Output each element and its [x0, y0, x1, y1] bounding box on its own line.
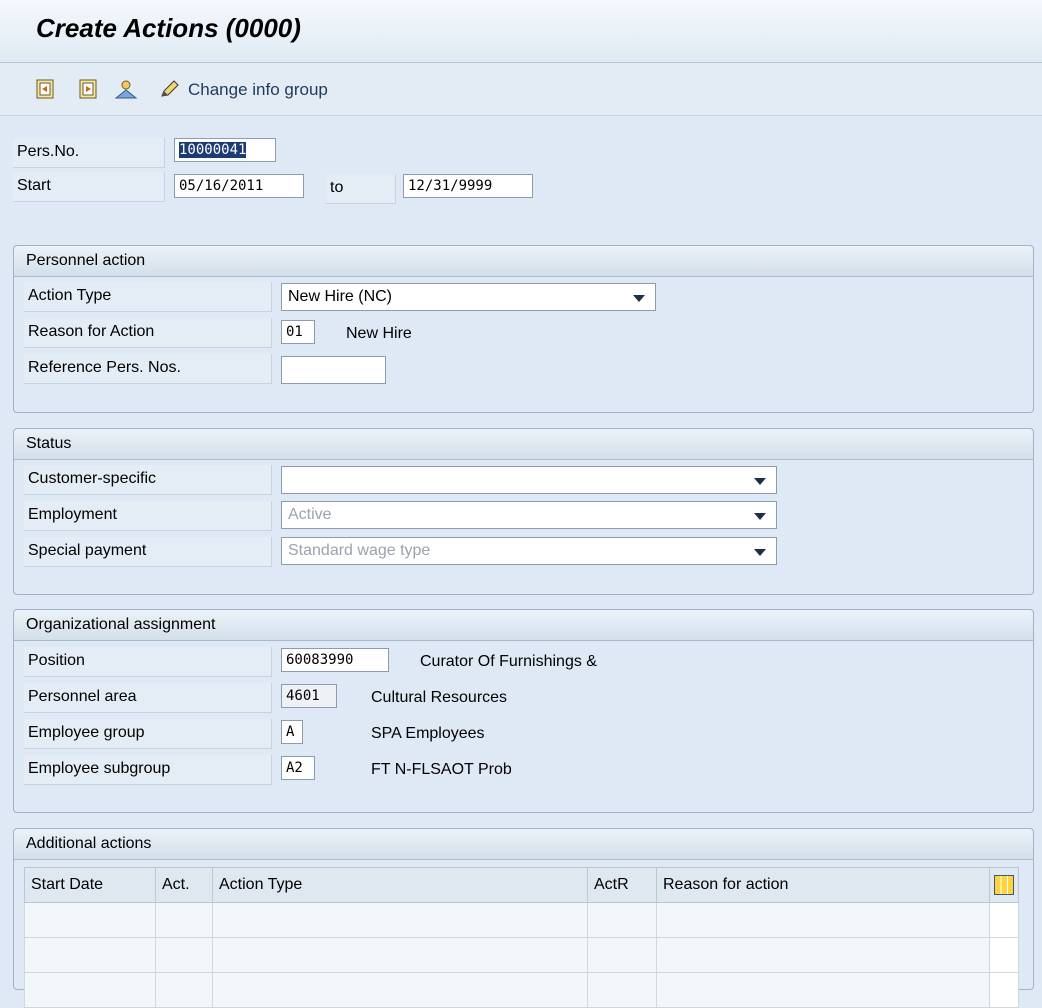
group-title: Organizational assignment	[14, 610, 1033, 641]
employee-subgroup-code-field[interactable]: A2	[281, 756, 315, 780]
next-record-icon[interactable]	[79, 79, 97, 99]
action-type-dropdown[interactable]: New Hire (NC)	[281, 283, 656, 311]
customer-specific-dropdown[interactable]	[281, 466, 777, 494]
to-label: to	[326, 174, 396, 204]
column-header[interactable]: Reason for action	[656, 867, 990, 903]
table-row[interactable]	[24, 937, 1019, 973]
ref-pers-field[interactable]	[281, 356, 386, 384]
start-label: Start	[13, 172, 165, 202]
special-payment-label: Special payment	[24, 537, 272, 567]
customer-specific-label: Customer-specific	[24, 465, 272, 495]
employment-label: Employment	[24, 501, 272, 531]
group-title: Status	[14, 429, 1033, 460]
chevron-down-icon	[633, 295, 645, 302]
group-title: Additional actions	[14, 829, 1033, 860]
pers-no-label: Pers.No.	[13, 138, 165, 168]
change-info-group-button[interactable]: Change info group	[188, 80, 328, 100]
ref-pers-label: Reference Pers. Nos.	[24, 354, 272, 384]
pencil-icon[interactable]	[158, 79, 180, 99]
pers-no-field[interactable]: 10000041	[174, 138, 276, 162]
additional-actions-table: Start Date Act. Action Type ActR Reason …	[24, 867, 1019, 1008]
column-settings-button[interactable]	[989, 867, 1019, 903]
end-date-field[interactable]: 12/31/9999	[403, 174, 533, 198]
personnel-area-code-field[interactable]: 4601	[281, 684, 337, 708]
action-type-label: Action Type	[24, 282, 272, 312]
chevron-down-icon	[754, 513, 766, 520]
reason-label: Reason for Action	[24, 318, 272, 348]
chevron-down-icon	[754, 549, 766, 556]
position-text: Curator Of Furnishings &	[420, 653, 597, 670]
table-header-row: Start Date Act. Action Type ActR Reason …	[24, 867, 1019, 903]
person-icon[interactable]	[114, 79, 138, 99]
position-code-field[interactable]: 60083990	[281, 648, 389, 672]
employment-dropdown: Active	[281, 501, 777, 529]
previous-record-icon[interactable]	[36, 79, 54, 99]
table-row[interactable]	[24, 902, 1019, 938]
group-title: Personnel action	[14, 246, 1033, 277]
position-label: Position	[24, 647, 272, 677]
employee-subgroup-label: Employee subgroup	[24, 755, 272, 785]
special-payment-value: Standard wage type	[288, 542, 431, 559]
column-header[interactable]: Act.	[155, 867, 213, 903]
employment-value: Active	[288, 506, 332, 523]
employee-group-text: SPA Employees	[371, 725, 485, 742]
title-bar: Create Actions (0000)	[0, 0, 1042, 63]
application-toolbar: Change info group	[0, 63, 1042, 116]
table-settings-icon	[994, 875, 1014, 895]
column-header[interactable]: Start Date	[24, 867, 156, 903]
employee-subgroup-text: FT N-FLSAOT Prob	[371, 761, 512, 778]
page-title: Create Actions (0000)	[36, 13, 301, 43]
chevron-down-icon	[754, 478, 766, 485]
start-date-field[interactable]: 05/16/2011	[174, 174, 304, 198]
personnel-area-label: Personnel area	[24, 683, 272, 713]
special-payment-dropdown: Standard wage type	[281, 537, 777, 565]
table-row[interactable]	[24, 972, 1019, 1008]
employee-group-label: Employee group	[24, 719, 272, 749]
action-type-value: New Hire (NC)	[288, 288, 392, 305]
personnel-area-text: Cultural Resources	[371, 689, 508, 706]
reason-text: New Hire	[346, 325, 412, 342]
column-header[interactable]: ActR	[587, 867, 657, 903]
column-header[interactable]: Action Type	[212, 867, 588, 903]
reason-code-field[interactable]: 01	[281, 320, 315, 344]
employee-group-code-field[interactable]: A	[281, 720, 303, 744]
